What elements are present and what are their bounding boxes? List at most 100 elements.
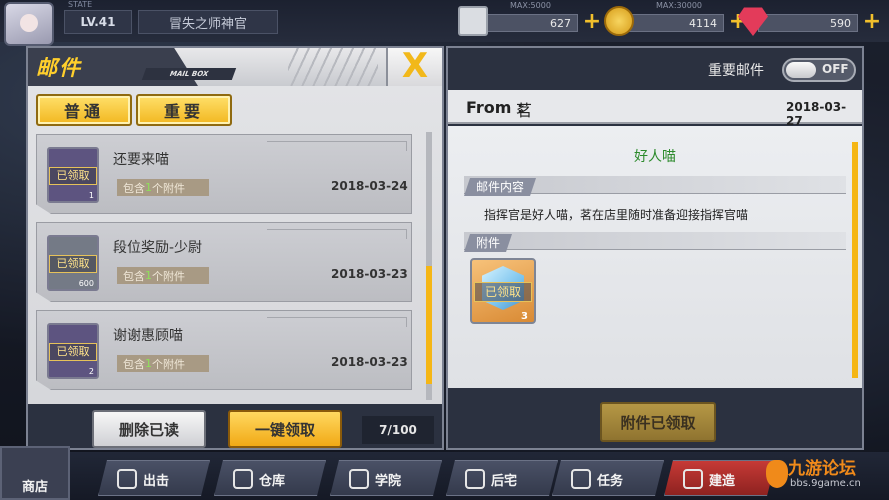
mail-item-title: 段位奖励-少尉 <box>113 240 203 256</box>
player-avatar[interactable] <box>4 2 54 46</box>
nav-depot[interactable]: 仓库 <box>214 460 326 496</box>
nav-label: 任务 <box>597 474 624 489</box>
item-quantity: 600 <box>78 279 94 288</box>
tab-normal[interactable]: 普通 <box>36 94 132 126</box>
attachment-section-header: 附件 <box>464 232 846 250</box>
mail-thumbnail: 已领取 1 <box>47 147 99 203</box>
attach-number: 1 <box>145 357 152 370</box>
attachment-claimed-button[interactable]: 附件已领取 <box>600 402 716 442</box>
warehouse-icon <box>233 469 253 489</box>
important-mail-toggle[interactable]: OFF <box>782 58 856 82</box>
attach-suffix: 个附件 <box>152 357 185 371</box>
nav-dorm[interactable]: 后宅 <box>446 460 558 496</box>
item-quantity: 2 <box>88 367 94 376</box>
nav-label: 学院 <box>375 474 402 489</box>
mailbox-subtitle: MAIL BOX <box>141 68 237 80</box>
mail-list-footer: 删除已读 一键领取 7/100 <box>28 404 442 448</box>
toggle-state: OFF <box>822 62 849 76</box>
mail-item-title: 谢谢惠顾喵 <box>113 328 183 344</box>
mail-item-deco <box>267 317 407 327</box>
content-section-label: 邮件内容 <box>464 178 536 196</box>
from-sender: 茗 <box>516 101 533 120</box>
nav-build[interactable]: 建造 <box>664 460 776 496</box>
player-name: 冒失之师神官 <box>138 10 278 34</box>
header-stripes <box>288 48 378 86</box>
tab-important[interactable]: 重要 <box>136 94 232 126</box>
mail-header: 邮件 MAIL BOX X <box>28 48 442 86</box>
academy-icon <box>349 469 369 489</box>
calendar-icon <box>571 469 591 489</box>
card-icon <box>458 6 488 36</box>
site-watermark: 九游论坛 bbs.9game.cn <box>766 454 888 498</box>
attach-number: 1 <box>145 269 152 282</box>
resource-coin-max: MAX:30000 <box>656 1 702 10</box>
mail-count: 7/100 <box>362 416 434 444</box>
claimed-badge: 已领取 <box>49 343 97 361</box>
mail-item[interactable]: 已领取 2 谢谢惠顾喵 包含 1 个附件 2018-03-23 <box>36 310 412 390</box>
mail-list-panel: 邮件 MAIL BOX X 普通 重要 已领取 1 还要来喵 包含 1 个附件 20… <box>26 46 444 450</box>
item-quantity: 3 <box>521 311 528 322</box>
item-quantity: 1 <box>88 191 94 200</box>
attach-prefix: 包含 <box>123 357 145 371</box>
collect-all-button[interactable]: 一键领取 <box>228 410 342 448</box>
attachment-count: 包含 1 个附件 <box>117 179 209 196</box>
mail-item[interactable]: 已领取 600 段位奖励-少尉 包含 1 个附件 2018-03-23 <box>36 222 412 302</box>
watermark-url: bbs.9game.cn <box>790 478 861 489</box>
resource-oil-max: MAX:5000 <box>510 1 551 10</box>
add-oil-button[interactable]: + <box>582 11 602 33</box>
mail-detail-footer: 附件已领取 <box>448 390 862 448</box>
mail-item-date: 2018-03-23 <box>331 267 408 281</box>
toggle-knob <box>786 62 816 78</box>
coin-icon <box>604 6 634 36</box>
shop-button[interactable]: 商店 <box>0 446 70 500</box>
shop-label: 商店 <box>22 480 49 495</box>
dorm-icon <box>465 469 485 489</box>
nav-academy[interactable]: 学院 <box>330 460 442 496</box>
attach-number: 1 <box>145 181 152 194</box>
mail-title: 邮件 <box>36 56 82 80</box>
player-level: LV.41 <box>64 10 132 34</box>
add-gem-button[interactable]: + <box>862 11 882 33</box>
mail-detail-body: 好人喵 邮件内容 指挥官是好人喵，茗在店里随时准备迎接指挥官喵 附件 已领取 3 <box>448 126 862 388</box>
delete-read-button[interactable]: 删除已读 <box>92 410 206 448</box>
close-button[interactable]: X <box>386 48 442 86</box>
nav-sortie[interactable]: 出击 <box>98 460 210 496</box>
mail-thumbnail: 已领取 2 <box>47 323 99 379</box>
claimed-badge: 已领取 <box>49 167 97 185</box>
attach-suffix: 个附件 <box>152 269 185 283</box>
mail-subject: 好人喵 <box>634 149 676 165</box>
claimed-badge: 已领取 <box>474 282 532 302</box>
nav-label: 建造 <box>709 474 736 489</box>
nine-game-logo-icon <box>766 460 788 488</box>
attachment-count: 包含 1 个附件 <box>117 267 209 284</box>
attachment-item[interactable]: 已领取 3 <box>470 258 536 324</box>
mail-content: 指挥官是好人喵，茗在店里随时准备迎接指挥官喵 <box>484 208 749 222</box>
mail-item-deco <box>267 141 407 151</box>
detail-scrollbar[interactable] <box>852 142 858 378</box>
from-label: From : <box>466 98 524 117</box>
watermark-site: 九游论坛 <box>788 459 856 479</box>
attach-suffix: 个附件 <box>152 181 185 195</box>
mail-item-date: 2018-03-24 <box>331 179 408 193</box>
important-mail-label: 重要邮件 <box>708 63 764 79</box>
attach-prefix: 包含 <box>123 181 145 195</box>
resource-oil-value: 627 <box>478 14 578 32</box>
resource-gem-value: 590 <box>758 14 858 32</box>
attachment-count: 包含 1 个附件 <box>117 355 209 372</box>
mail-item-date: 2018-03-23 <box>331 355 408 369</box>
content-section-header: 邮件内容 <box>464 176 846 194</box>
mail-list-body: 普通 重要 已领取 1 还要来喵 包含1个附件 2018-03-24 已领取 <box>28 86 442 448</box>
attachment-section-label: 附件 <box>464 234 512 252</box>
build-icon <box>683 469 703 489</box>
claimed-badge: 已领取 <box>49 255 97 273</box>
nav-missions[interactable]: 任务 <box>552 460 664 496</box>
mail-item-deco <box>267 229 407 239</box>
bottom-navigation: 商店 出击 仓库 学院 后宅 任务 建造 <box>0 446 889 500</box>
nav-label: 后宅 <box>491 474 518 489</box>
mail-item[interactable]: 已领取 1 还要来喵 包含 1 个附件 2018-03-24 <box>36 134 412 214</box>
nav-label: 出击 <box>143 474 170 489</box>
mail-from-row: From : 茗 2018-03-27 <box>448 90 862 128</box>
state-tag: STATE <box>68 0 93 9</box>
mail-list-scroll-thumb[interactable] <box>426 266 432 384</box>
mail-thumbnail: 已领取 600 <box>47 235 99 291</box>
